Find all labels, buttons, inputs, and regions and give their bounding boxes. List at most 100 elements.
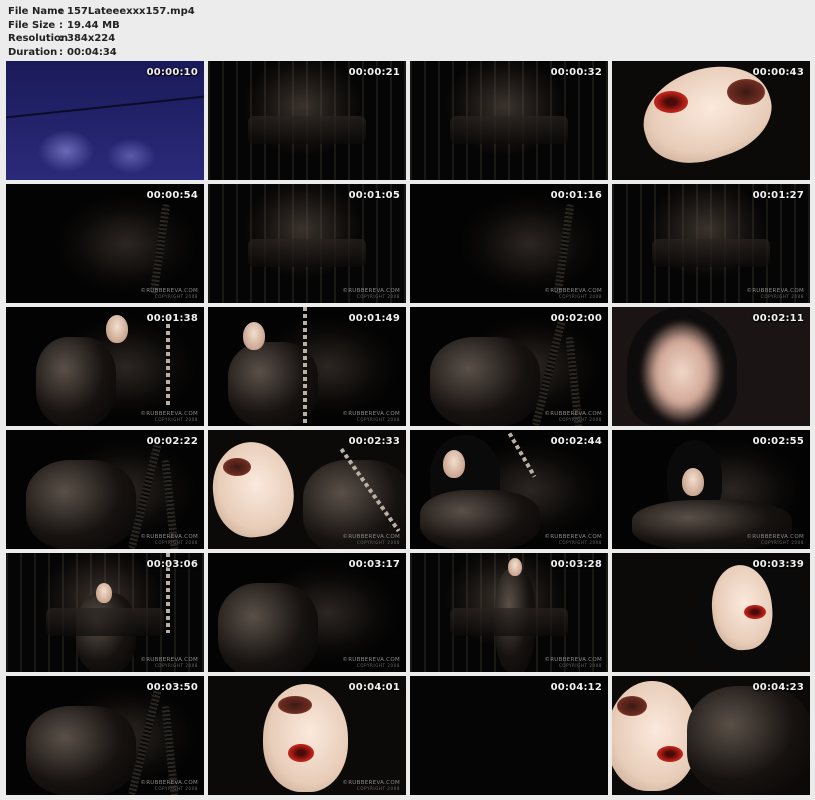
resolution-value: 384x224	[67, 33, 116, 44]
thumbnail-frame	[612, 676, 810, 795]
thumbnail: 00:04:01 ©RUBBEREVA.COM COPYRIGHT 2008	[208, 676, 406, 795]
thumbnail-frame	[410, 61, 608, 180]
file-size-value: 19.44 MB	[67, 19, 120, 31]
separator: :	[59, 19, 63, 31]
thumbnail-frame	[208, 61, 406, 180]
thumbnail: 00:02:33 ©RUBBEREVA.COM COPYRIGHT 2008	[208, 430, 406, 549]
duration-label: Duration	[8, 46, 58, 58]
watermark: ©RUBBEREVA.COM COPYRIGHT 2008	[342, 411, 400, 423]
watermark-sub: COPYRIGHT 2008	[558, 294, 602, 299]
thumbnail: 00:00:21	[208, 61, 406, 180]
watermark: ©RUBBEREVA.COM COPYRIGHT 2008	[140, 411, 198, 423]
thumbnail: 00:02:22 ©RUBBEREVA.COM COPYRIGHT 2008	[6, 430, 204, 549]
thumbnail: 00:02:55 ©RUBBEREVA.COM COPYRIGHT 2008	[612, 430, 810, 549]
watermark: ©RUBBEREVA.COM COPYRIGHT 2008	[544, 657, 602, 669]
thumbnail: 00:01:05 ©RUBBEREVA.COM COPYRIGHT 2008	[208, 184, 406, 303]
thumbnail-frame	[6, 307, 204, 426]
watermark: ©RUBBEREVA.COM COPYRIGHT 2008	[342, 657, 400, 669]
timestamp: 00:02:55	[752, 436, 804, 447]
thumbnail: 00:01:27 ©RUBBEREVA.COM COPYRIGHT 2008	[612, 184, 810, 303]
watermark-sub: COPYRIGHT 2008	[154, 417, 198, 422]
file-name-row: File Name : 157Lateeexxx157.mp4	[8, 5, 195, 19]
timestamp: 00:03:06	[146, 559, 198, 570]
thumbnail: 00:02:11	[612, 307, 810, 426]
timestamp: 00:02:22	[146, 436, 198, 447]
thumbnail: 00:01:38 ©RUBBEREVA.COM COPYRIGHT 2008	[6, 307, 204, 426]
thumbnail: 00:03:28 ©RUBBEREVA.COM COPYRIGHT 2008	[410, 553, 608, 672]
watermark: ©RUBBEREVA.COM COPYRIGHT 2008	[140, 657, 198, 669]
thumbnail-frame	[6, 184, 204, 303]
thumbnail: 00:03:39	[612, 553, 810, 672]
watermark-sub: COPYRIGHT 2008	[154, 786, 198, 791]
thumbnail: 00:01:49 ©RUBBEREVA.COM COPYRIGHT 2008	[208, 307, 406, 426]
thumbnail-frame	[612, 430, 810, 549]
watermark-sub: COPYRIGHT 2008	[558, 663, 602, 668]
thumbnail-frame	[410, 307, 608, 426]
thumbnail-frame	[208, 307, 406, 426]
watermark-sub: COPYRIGHT 2008	[154, 540, 198, 545]
thumbnail: 00:04:12	[410, 676, 608, 795]
thumbnail: 00:04:23	[612, 676, 810, 795]
watermark: ©RUBBEREVA.COM COPYRIGHT 2008	[342, 534, 400, 546]
timestamp: 00:04:01	[348, 682, 400, 693]
timestamp: 00:00:21	[348, 67, 400, 78]
thumbnail-frame	[612, 61, 810, 180]
watermark: ©RUBBEREVA.COM COPYRIGHT 2008	[746, 534, 804, 546]
timestamp: 00:02:11	[752, 313, 804, 324]
resolution-row: Resolution : 384x224	[8, 32, 195, 46]
watermark-sub: COPYRIGHT 2008	[154, 294, 198, 299]
thumbnail-frame	[6, 430, 204, 549]
file-size-row: File Size : 19.44 MB	[8, 19, 195, 33]
thumbnail-frame	[410, 430, 608, 549]
timestamp: 00:00:43	[752, 67, 804, 78]
watermark: ©RUBBEREVA.COM COPYRIGHT 2008	[544, 534, 602, 546]
timestamp: 00:02:44	[550, 436, 602, 447]
file-name-value: 157Lateeexxx157.mp4	[67, 6, 195, 17]
thumbnail-frame	[612, 553, 810, 672]
thumbnail-frame	[410, 553, 608, 672]
thumbnail-frame	[6, 676, 204, 795]
timestamp: 00:03:39	[752, 559, 804, 570]
thumbnail-frame	[6, 553, 204, 672]
timestamp: 00:03:17	[348, 559, 400, 570]
watermark: ©RUBBEREVA.COM COPYRIGHT 2008	[342, 288, 400, 300]
thumbnail-frame	[410, 184, 608, 303]
watermark: ©RUBBEREVA.COM COPYRIGHT 2008	[140, 780, 198, 792]
watermark: ©RUBBEREVA.COM COPYRIGHT 2008	[544, 411, 602, 423]
file-size-label: File Size	[8, 19, 56, 31]
duration-value: 00:04:34	[67, 46, 117, 58]
separator: :	[59, 33, 63, 44]
timestamp: 00:00:10	[146, 67, 198, 78]
thumbnail-frame	[208, 553, 406, 672]
thumbnail-frame	[612, 307, 810, 426]
thumbnail: 00:02:00 ©RUBBEREVA.COM COPYRIGHT 2008	[410, 307, 608, 426]
timestamp: 00:00:54	[146, 190, 198, 201]
thumbnail: 00:00:54 ©RUBBEREVA.COM COPYRIGHT 2008	[6, 184, 204, 303]
thumbnail: 00:00:43	[612, 61, 810, 180]
thumbnail: 00:00:10	[6, 61, 204, 180]
timestamp: 00:01:27	[752, 190, 804, 201]
timestamp: 00:04:23	[752, 682, 804, 693]
watermark: ©RUBBEREVA.COM COPYRIGHT 2008	[342, 780, 400, 792]
thumbnail: 00:03:06 ©RUBBEREVA.COM COPYRIGHT 2008	[6, 553, 204, 672]
thumbnail: 00:03:50 ©RUBBEREVA.COM COPYRIGHT 2008	[6, 676, 204, 795]
timestamp: 00:02:00	[550, 313, 602, 324]
watermark-sub: COPYRIGHT 2008	[558, 540, 602, 545]
thumbnail-frame	[410, 676, 608, 795]
thumbnail: 00:02:44 ©RUBBEREVA.COM COPYRIGHT 2008	[410, 430, 608, 549]
timestamp: 00:01:49	[348, 313, 400, 324]
thumbnail: 00:01:16 ©RUBBEREVA.COM COPYRIGHT 2008	[410, 184, 608, 303]
separator: :	[59, 6, 63, 17]
duration-row: Duration : 00:04:34	[8, 46, 195, 60]
thumbnail: 00:03:17 ©RUBBEREVA.COM COPYRIGHT 2008	[208, 553, 406, 672]
watermark-sub: COPYRIGHT 2008	[760, 540, 804, 545]
watermark-sub: COPYRIGHT 2008	[558, 417, 602, 422]
file-name-label: File Name	[8, 6, 65, 17]
watermark-sub: COPYRIGHT 2008	[760, 294, 804, 299]
thumbnail-frame	[6, 61, 204, 180]
thumbnail-grid: 00:00:10 00:00:21 00:00:32 00:00:43 00:00:54…	[6, 61, 810, 795]
watermark-sub: COPYRIGHT 2008	[154, 663, 198, 668]
timestamp: 00:01:16	[550, 190, 602, 201]
separator: :	[59, 46, 63, 58]
watermark-sub: COPYRIGHT 2008	[356, 663, 400, 668]
